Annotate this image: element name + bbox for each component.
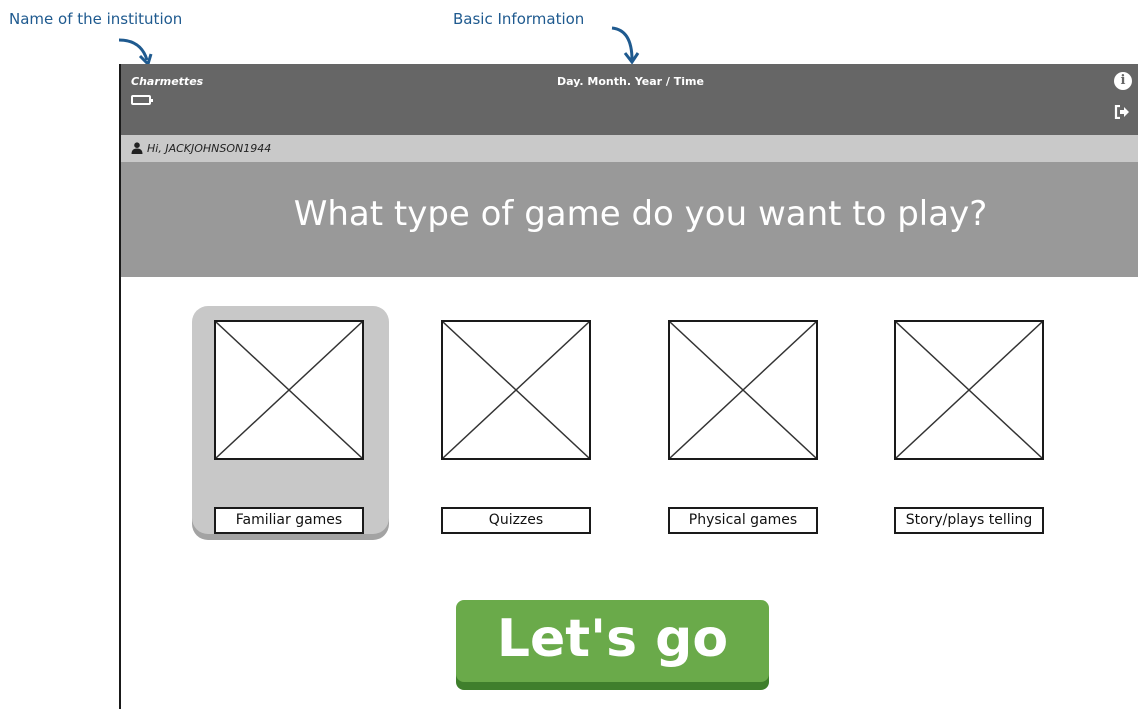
game-type-image-story[interactable] bbox=[894, 320, 1044, 460]
game-type-image-quizzes[interactable] bbox=[441, 320, 591, 460]
game-type-physical-button[interactable]: Physical games bbox=[668, 507, 818, 534]
question-banner: What type of game do you want to play? bbox=[121, 162, 1138, 277]
game-type-familiar-button[interactable]: Familiar games bbox=[214, 507, 364, 534]
question-title: What type of game do you want to play? bbox=[293, 194, 988, 234]
placeholder-image-icon bbox=[216, 322, 362, 458]
game-type-image-physical[interactable] bbox=[668, 320, 818, 460]
placeholder-image-icon bbox=[670, 322, 816, 458]
annotation-arrow-institution bbox=[118, 38, 153, 67]
top-bar: Charmettes Day. Month. Year / Time i bbox=[121, 64, 1138, 135]
annotation-basic-info: Basic Information bbox=[453, 10, 585, 28]
annotation-institution: Name of the institution bbox=[9, 10, 183, 28]
user-icon bbox=[131, 142, 143, 154]
info-icon[interactable]: i bbox=[1114, 72, 1132, 90]
app-frame: Charmettes Day. Month. Year / Time i Hi,… bbox=[119, 64, 1138, 709]
user-bar: Hi, JACKJOHNSON1944 bbox=[121, 135, 1138, 162]
placeholder-image-icon bbox=[443, 322, 589, 458]
game-type-image-familiar[interactable] bbox=[214, 320, 364, 460]
user-greeting: Hi, JACKJOHNSON1944 bbox=[147, 142, 272, 155]
annotation-arrow-basic-info bbox=[611, 26, 640, 65]
date-time: Day. Month. Year / Time bbox=[557, 75, 704, 88]
lets-go-button[interactable]: Let's go bbox=[456, 600, 769, 682]
placeholder-image-icon bbox=[896, 322, 1042, 458]
game-type-story-button[interactable]: Story/plays telling bbox=[894, 507, 1044, 534]
game-type-quizzes-button[interactable]: Quizzes bbox=[441, 507, 591, 534]
battery-icon bbox=[131, 95, 153, 105]
logout-icon[interactable] bbox=[1114, 105, 1130, 119]
